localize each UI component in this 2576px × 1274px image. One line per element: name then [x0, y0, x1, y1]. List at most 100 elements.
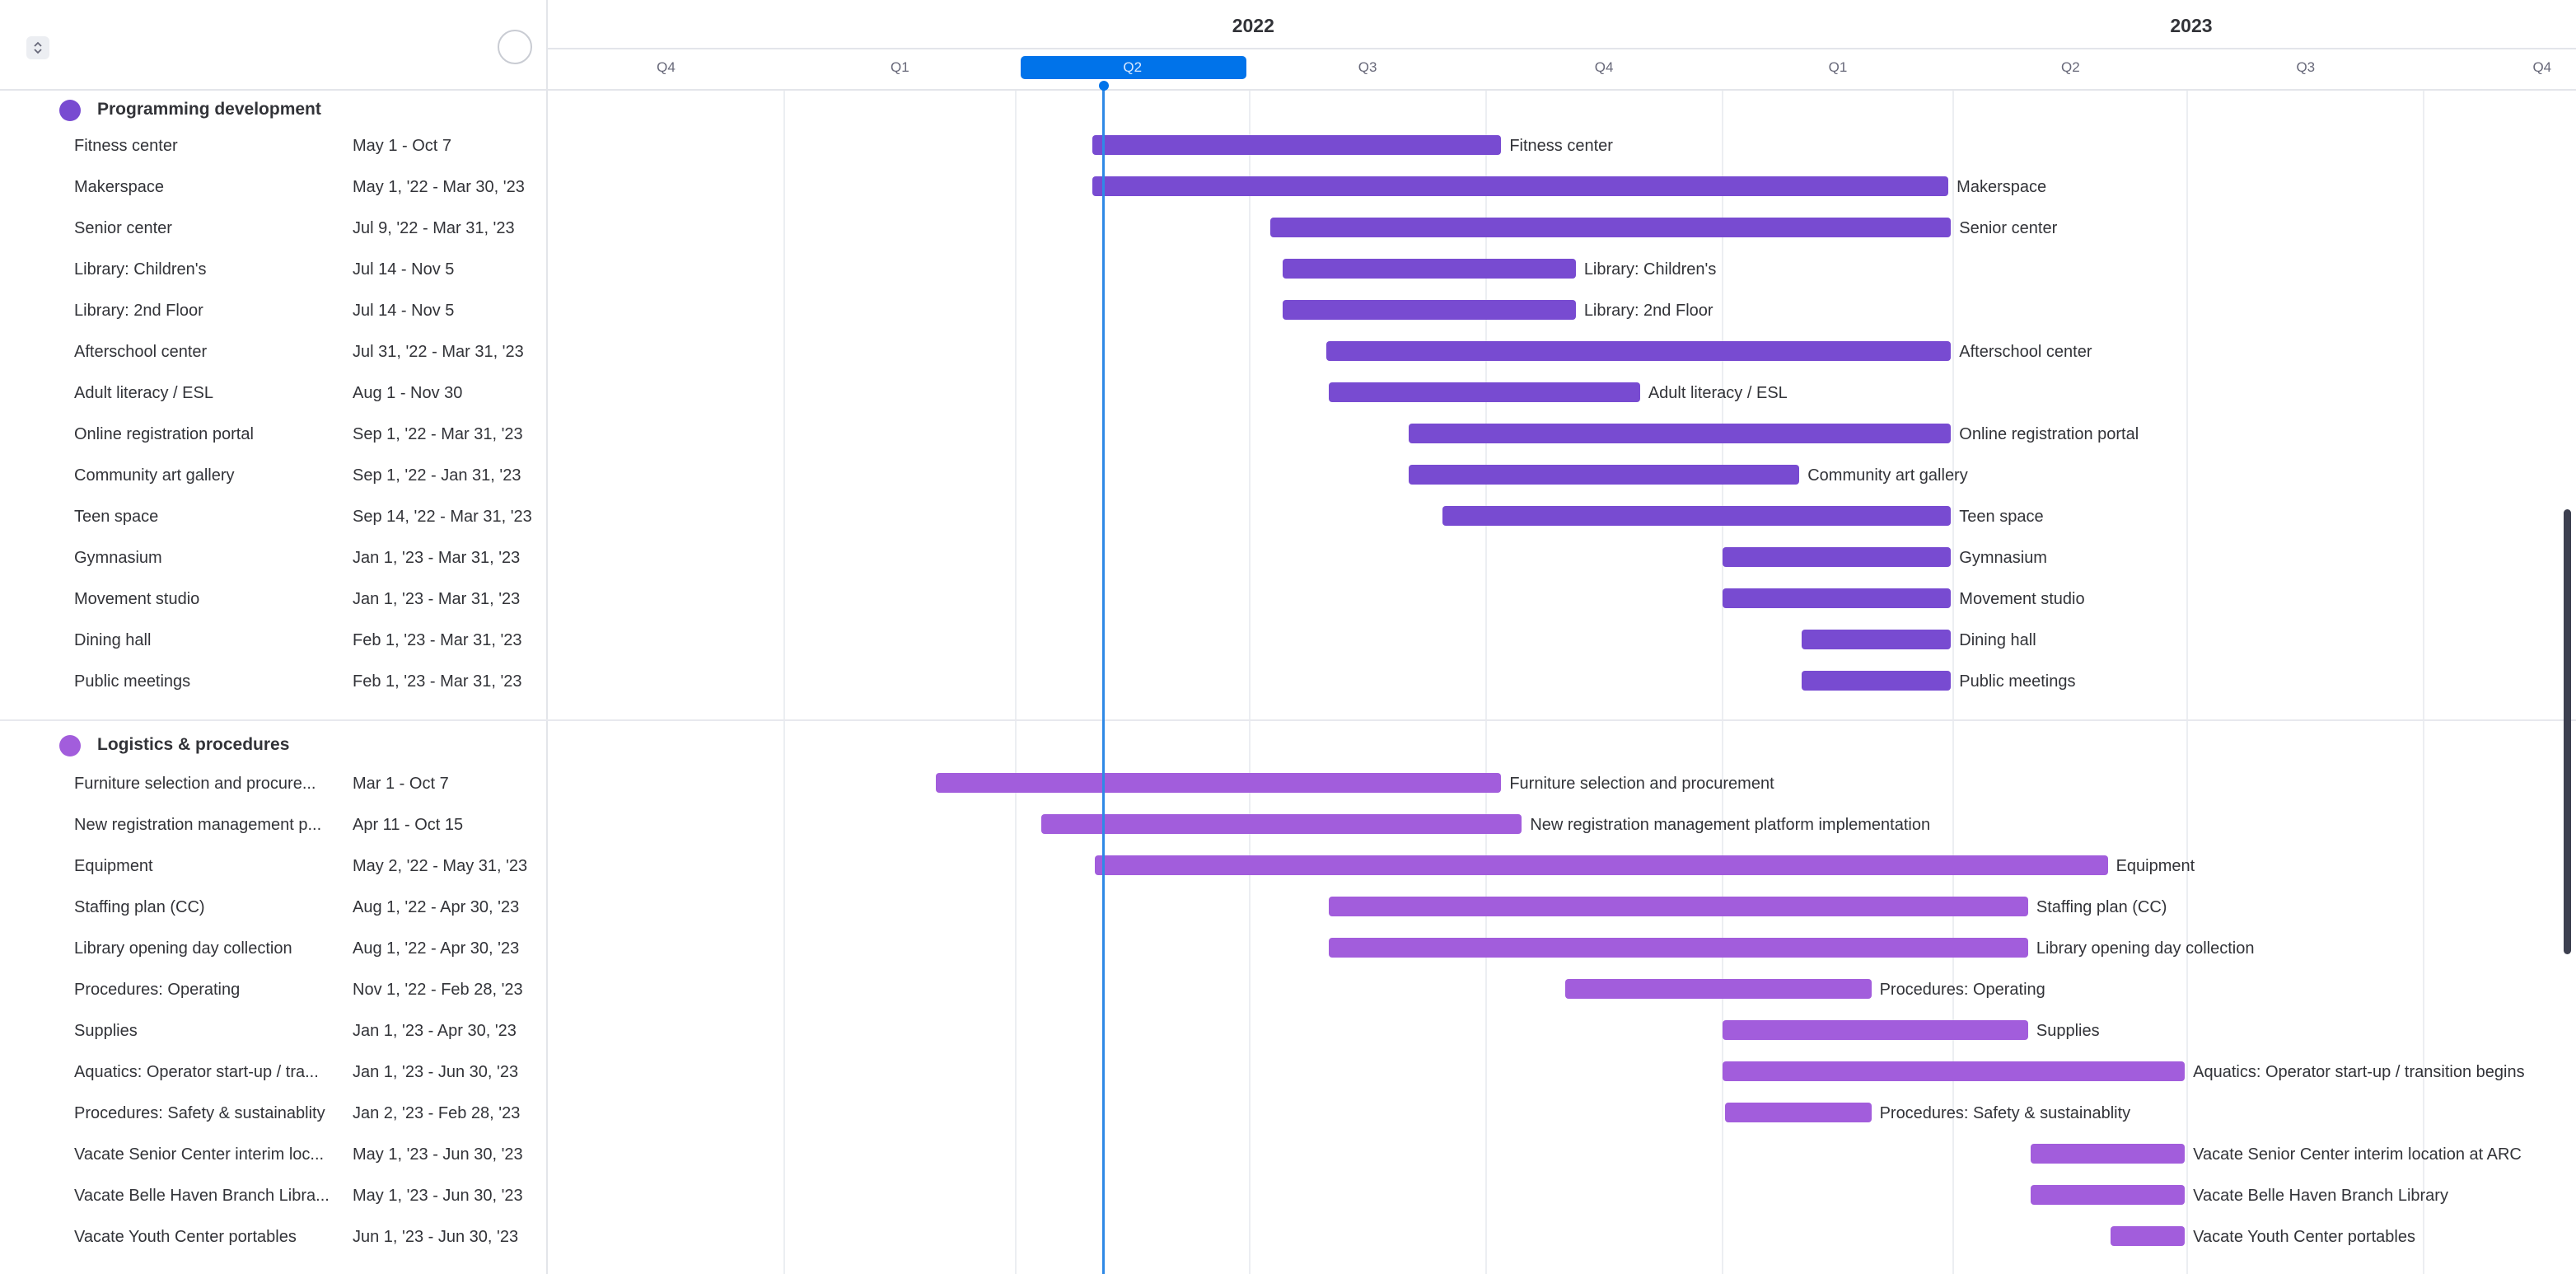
- task-dates[interactable]: Jul 14 - Nov 5: [353, 260, 542, 279]
- task-dates[interactable]: Feb 1, '23 - Mar 31, '23: [353, 672, 542, 691]
- task-bar[interactable]: [1802, 630, 1952, 649]
- task-dates[interactable]: Jul 9, '22 - Mar 31, '23: [353, 219, 542, 238]
- task-dates[interactable]: Jan 1, '23 - Jun 30, '23: [353, 1063, 542, 1082]
- year-label: 2022: [1232, 15, 1274, 36]
- task-name[interactable]: Adult literacy / ESL: [74, 384, 342, 403]
- task-name[interactable]: Library opening day collection: [74, 939, 342, 958]
- task-dates[interactable]: Jan 2, '23 - Feb 28, '23: [353, 1104, 542, 1123]
- group-header[interactable]: Programming development: [0, 89, 546, 130]
- task-name[interactable]: Dining hall: [74, 631, 342, 650]
- task-bar-label: Procedures: Safety & sustainablity: [1879, 1104, 2131, 1122]
- task-bar[interactable]: [1722, 1061, 2186, 1081]
- task-dates[interactable]: Jun 1, '23 - Jun 30, '23: [353, 1228, 542, 1247]
- task-name[interactable]: Vacate Senior Center interim loc...: [74, 1145, 342, 1164]
- quarter-label-current: Q2: [1123, 59, 1143, 75]
- task-bar-label: Furniture selection and procurement: [1509, 775, 1774, 793]
- task-name[interactable]: Procedures: Safety & sustainablity: [74, 1104, 342, 1123]
- task-dates[interactable]: May 1, '22 - Mar 30, '23: [353, 178, 542, 197]
- task-name[interactable]: Fitness center: [74, 137, 342, 156]
- task-name[interactable]: Afterschool center: [74, 343, 342, 362]
- task-name[interactable]: Staffing plan (CC): [74, 898, 342, 917]
- task-dates[interactable]: Feb 1, '23 - Mar 31, '23: [353, 631, 542, 650]
- year-label: 2023: [2170, 15, 2213, 36]
- task-name[interactable]: Library: 2nd Floor: [74, 302, 342, 321]
- task-bar[interactable]: [1329, 897, 2028, 916]
- task-dates[interactable]: Nov 1, '22 - Feb 28, '23: [353, 981, 542, 1000]
- task-bar[interactable]: [1283, 259, 1576, 279]
- task-bar[interactable]: [1269, 218, 1952, 237]
- task-name[interactable]: Library: Children's: [74, 260, 342, 279]
- task-name[interactable]: Gymnasium: [74, 549, 342, 568]
- task-name[interactable]: New registration management p...: [74, 816, 342, 835]
- task-dates[interactable]: May 2, '22 - May 31, '23: [353, 857, 542, 876]
- task-bar[interactable]: [1326, 341, 1952, 361]
- task-name[interactable]: Equipment: [74, 857, 342, 876]
- task-bar[interactable]: [1095, 855, 2108, 875]
- task-name[interactable]: Makerspace: [74, 178, 342, 197]
- task-name[interactable]: Online registration portal: [74, 425, 342, 444]
- task-bar[interactable]: [1329, 382, 1640, 402]
- task-bar[interactable]: [1329, 938, 2028, 958]
- group-title: Programming development: [97, 100, 321, 119]
- task-dates[interactable]: Sep 1, '22 - Mar 31, '23: [353, 425, 542, 444]
- chevron-collapse-icon: [34, 41, 42, 54]
- vertical-scrollbar[interactable]: [2564, 509, 2571, 954]
- task-bar[interactable]: [1722, 547, 1952, 567]
- task-dates[interactable]: May 1, '23 - Jun 30, '23: [353, 1145, 542, 1164]
- task-dates[interactable]: May 1, '23 - Jun 30, '23: [353, 1187, 542, 1206]
- task-dates[interactable]: Jan 1, '23 - Mar 31, '23: [353, 590, 542, 609]
- task-name[interactable]: Vacate Youth Center portables: [74, 1228, 342, 1247]
- task-bar-label: Movement studio: [1959, 590, 2085, 608]
- task-bar[interactable]: [1092, 176, 1949, 196]
- task-name[interactable]: Furniture selection and procure...: [74, 775, 342, 794]
- task-bar[interactable]: [1722, 588, 1952, 608]
- task-dates[interactable]: Jan 1, '23 - Mar 31, '23: [353, 549, 542, 568]
- task-bar[interactable]: [1040, 814, 1522, 834]
- task-bar-label: Aquatics: Operator start-up / transition…: [2193, 1063, 2525, 1081]
- task-dates[interactable]: Aug 1, '22 - Apr 30, '23: [353, 939, 542, 958]
- task-dates[interactable]: May 1 - Oct 7: [353, 137, 542, 156]
- task-name[interactable]: Public meetings: [74, 672, 342, 691]
- task-bar[interactable]: [1409, 465, 1800, 485]
- group-color-dot: [59, 735, 81, 756]
- task-dates[interactable]: Jul 14 - Nov 5: [353, 302, 542, 321]
- task-dates[interactable]: Aug 1, '22 - Apr 30, '23: [353, 898, 542, 917]
- task-bar[interactable]: [1722, 1020, 2028, 1040]
- task-name[interactable]: Vacate Belle Haven Branch Libra...: [74, 1187, 342, 1206]
- select-all-toggle[interactable]: [498, 30, 532, 64]
- task-dates[interactable]: Sep 1, '22 - Jan 31, '23: [353, 466, 542, 485]
- task-name[interactable]: Community art gallery: [74, 466, 342, 485]
- task-dates[interactable]: Aug 1 - Nov 30: [353, 384, 542, 403]
- task-bar-label: Senior center: [1959, 219, 2058, 237]
- group-header[interactable]: Logistics & procedures: [0, 724, 546, 766]
- task-dates[interactable]: Jul 31, '22 - Mar 31, '23: [353, 343, 542, 362]
- gantt-app: 2022 2023 Q4 Q1 Q2 Q3 Q4 Q1 Q2 Q3 Q4 Programming d…: [0, 0, 2576, 1274]
- task-name[interactable]: Supplies: [74, 1022, 342, 1041]
- task-dates[interactable]: Jan 1, '23 - Apr 30, '23: [353, 1022, 542, 1041]
- task-bar[interactable]: [1092, 135, 1502, 155]
- task-name[interactable]: Procedures: Operating: [74, 981, 342, 1000]
- task-bar[interactable]: [1409, 424, 1952, 443]
- task-bar[interactable]: [1724, 1103, 1872, 1122]
- task-dates[interactable]: Mar 1 - Oct 7: [353, 775, 542, 794]
- task-bar-label: Dining hall: [1959, 631, 2036, 649]
- task-name[interactable]: Movement studio: [74, 590, 342, 609]
- task-name[interactable]: Senior center: [74, 219, 342, 238]
- task-bar-label: Supplies: [2036, 1022, 2100, 1040]
- task-bar[interactable]: [1565, 979, 1872, 999]
- task-bar[interactable]: [1442, 506, 1952, 526]
- task-name[interactable]: Teen space: [74, 508, 342, 527]
- task-bar[interactable]: [1802, 671, 1952, 691]
- task-bar[interactable]: [1283, 300, 1576, 320]
- group-separator: [0, 719, 2576, 721]
- task-bar[interactable]: [936, 773, 1502, 793]
- task-bar-label: Public meetings: [1959, 672, 2076, 691]
- task-dates[interactable]: Sep 14, '22 - Mar 31, '23: [353, 508, 542, 527]
- collapse-all-button[interactable]: [26, 36, 49, 59]
- task-bar[interactable]: [2110, 1226, 2186, 1246]
- quarter-label: Q3: [1358, 59, 1377, 75]
- task-name[interactable]: Aquatics: Operator start-up / tra...: [74, 1063, 342, 1082]
- task-bar[interactable]: [2030, 1144, 2186, 1164]
- task-dates[interactable]: Apr 11 - Oct 15: [353, 816, 542, 835]
- task-bar[interactable]: [2030, 1185, 2186, 1205]
